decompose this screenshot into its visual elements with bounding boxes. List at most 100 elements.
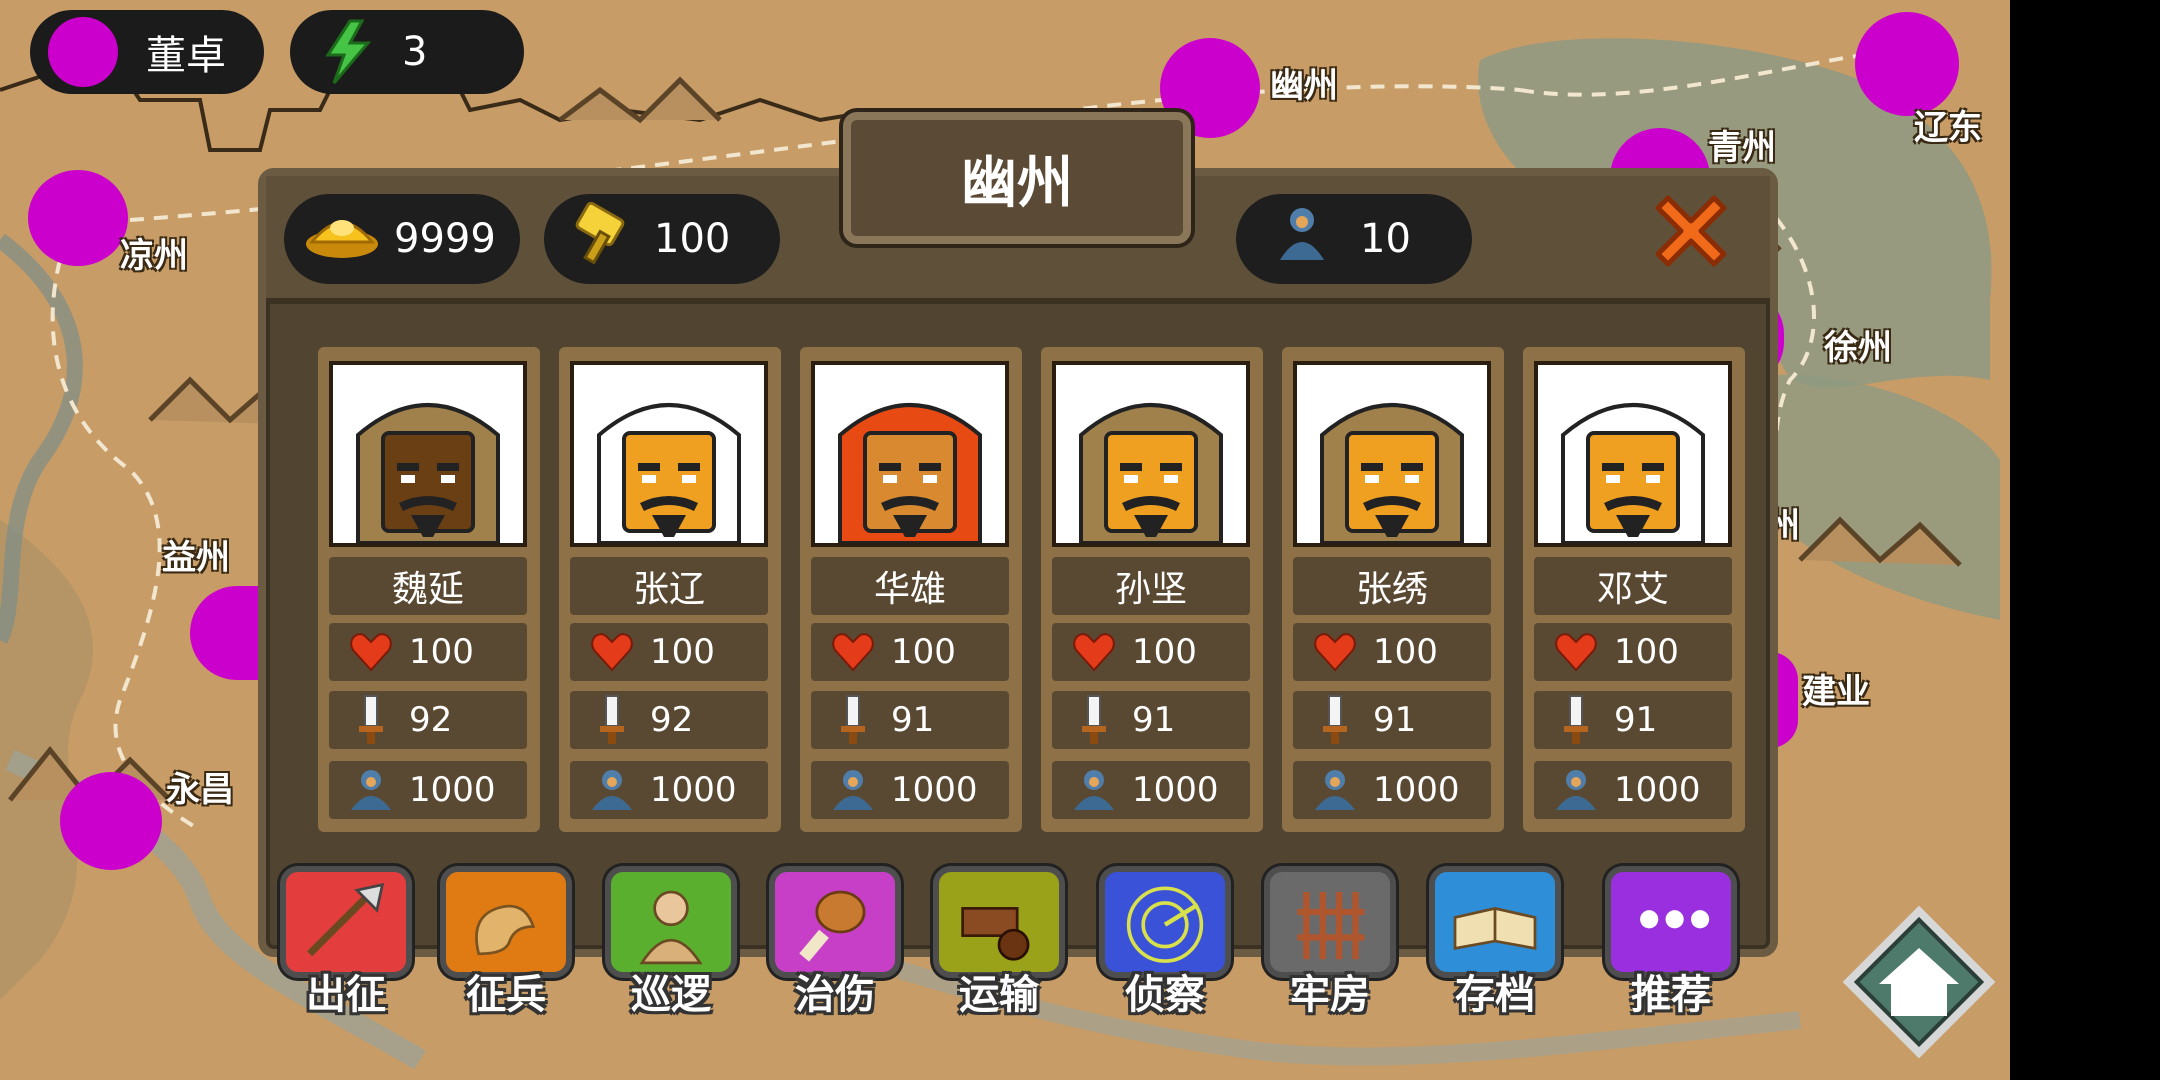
- city-label-qingzhou: 青州: [1708, 128, 1776, 168]
- radar-icon: [1126, 886, 1204, 963]
- energy-pill[interactable]: 3: [290, 10, 524, 94]
- gold-pill: 9999: [284, 194, 520, 284]
- soldier-icon: [1307, 761, 1363, 819]
- command-label: 牢房: [1290, 972, 1370, 1018]
- city-label-yongchang: 永昌: [166, 770, 234, 810]
- general-card[interactable]: 华雄 100 91 1000: [800, 347, 1022, 832]
- attack-value: 91: [1373, 700, 1417, 740]
- city-label-jianye: 建业: [1802, 672, 1870, 712]
- spear-icon: [307, 882, 385, 957]
- soldiers-stat: 1000: [1534, 761, 1732, 819]
- soldier-icon: [343, 761, 399, 819]
- hp-value: 100: [650, 632, 715, 672]
- attack-value: 92: [650, 700, 694, 740]
- troops-amount: 10: [1360, 216, 1411, 262]
- attack-stat: 91: [1293, 691, 1491, 749]
- attack-stat: 92: [570, 691, 768, 749]
- sword-icon: [584, 691, 640, 749]
- home-button[interactable]: [1835, 898, 2003, 1066]
- general-portrait[interactable]: [811, 361, 1009, 547]
- general-portrait[interactable]: [1052, 361, 1250, 547]
- attack-stat: 91: [811, 691, 1009, 749]
- general-card[interactable]: 魏延 100 92 1000: [318, 347, 540, 832]
- heart-icon: [825, 623, 881, 681]
- tool-pill: 100: [544, 194, 780, 284]
- command-label: 存档: [1455, 972, 1535, 1018]
- general-name: 孙坚: [1052, 557, 1250, 615]
- hp-stat: 100: [329, 623, 527, 681]
- heart-icon: [1548, 623, 1604, 681]
- ox-cart-icon: [961, 907, 1030, 961]
- city-label-liaodong: 辽东: [1914, 108, 1982, 148]
- city-label-youzhou: 幽州: [1270, 66, 1338, 106]
- general-portrait[interactable]: [329, 361, 527, 547]
- book-icon: [1453, 906, 1537, 950]
- heart-icon: [584, 623, 640, 681]
- home-icon: [1842, 905, 1996, 1059]
- hammer-icon: [574, 201, 638, 276]
- ruler-pill[interactable]: 董卓: [30, 10, 264, 94]
- sword-icon: [825, 691, 881, 749]
- attack-value: 91: [891, 700, 935, 740]
- soldiers-value: 1000: [650, 770, 737, 810]
- heart-icon: [343, 623, 399, 681]
- sword-icon: [1066, 691, 1122, 749]
- general-portrait[interactable]: [570, 361, 768, 547]
- general-portrait[interactable]: [1293, 361, 1491, 547]
- general-name: 魏延: [329, 557, 527, 615]
- command-button-prison-bars[interactable]: 牢房: [1260, 862, 1400, 1018]
- command-button-ox-cart[interactable]: 运输: [929, 862, 1069, 1018]
- general-card[interactable]: 邓艾 100 91 1000: [1523, 347, 1745, 832]
- lightning-icon: [320, 17, 376, 87]
- command-button-spear[interactable]: 出征: [276, 862, 416, 1018]
- soldiers-value: 1000: [1373, 770, 1460, 810]
- city-title-plate: 幽州: [843, 112, 1191, 244]
- attack-value: 91: [1614, 700, 1658, 740]
- city-label-liangzhou: 凉州: [120, 236, 188, 276]
- soldiers-stat: 1000: [811, 761, 1009, 819]
- command-button-book[interactable]: 存档: [1425, 862, 1565, 1018]
- prison-bars-icon: [1297, 892, 1365, 960]
- soldiers-stat: 1000: [1293, 761, 1491, 819]
- soldier-icon: [825, 761, 881, 819]
- general-card[interactable]: 孙坚 100 91 1000: [1041, 347, 1263, 832]
- heart-icon: [1066, 623, 1122, 681]
- command-button-radar[interactable]: 侦察: [1095, 862, 1235, 1018]
- command-button-meat-leg[interactable]: 治伤: [765, 862, 905, 1018]
- general-portrait[interactable]: [1534, 361, 1732, 547]
- hp-value: 100: [1132, 632, 1197, 672]
- soldier-icon: [584, 761, 640, 819]
- hp-value: 100: [891, 632, 956, 672]
- gold-amount: 9999: [394, 216, 496, 262]
- command-button-more-dots[interactable]: 推荐: [1601, 862, 1741, 1018]
- soldiers-stat: 1000: [329, 761, 527, 819]
- soldier-icon: [1270, 202, 1334, 276]
- city-marker-liangzhou[interactable]: [28, 170, 128, 266]
- general-card[interactable]: 张辽 100 92 1000: [559, 347, 781, 832]
- soldiers-value: 1000: [891, 770, 978, 810]
- command-button-muscle-arm[interactable]: 征兵: [436, 862, 576, 1018]
- attack-value: 92: [409, 700, 453, 740]
- gold-ingot-icon: [302, 204, 382, 274]
- sword-icon: [343, 691, 399, 749]
- energy-count: 3: [402, 29, 428, 75]
- command-label: 征兵: [466, 972, 546, 1018]
- patrol-soldier-icon: [639, 890, 703, 965]
- ruler-color-dot: [48, 17, 118, 87]
- command-label: 推荐: [1631, 972, 1711, 1018]
- more-dots-icon: [1640, 910, 1710, 929]
- hp-stat: 100: [570, 623, 768, 681]
- general-card[interactable]: 张绣 100 91 1000: [1282, 347, 1504, 832]
- soldiers-stat: 1000: [1052, 761, 1250, 819]
- hp-value: 100: [409, 632, 474, 672]
- command-button-patrol-soldier[interactable]: 巡逻: [601, 862, 741, 1018]
- hp-stat: 100: [1052, 623, 1250, 681]
- city-marker-yongchang[interactable]: [60, 772, 162, 870]
- soldiers-value: 1000: [409, 770, 496, 810]
- hp-stat: 100: [1293, 623, 1491, 681]
- command-label: 运输: [959, 972, 1039, 1018]
- attack-stat: 91: [1534, 691, 1732, 749]
- close-button[interactable]: [1646, 186, 1736, 276]
- close-x-icon: [1655, 195, 1727, 267]
- attack-stat: 91: [1052, 691, 1250, 749]
